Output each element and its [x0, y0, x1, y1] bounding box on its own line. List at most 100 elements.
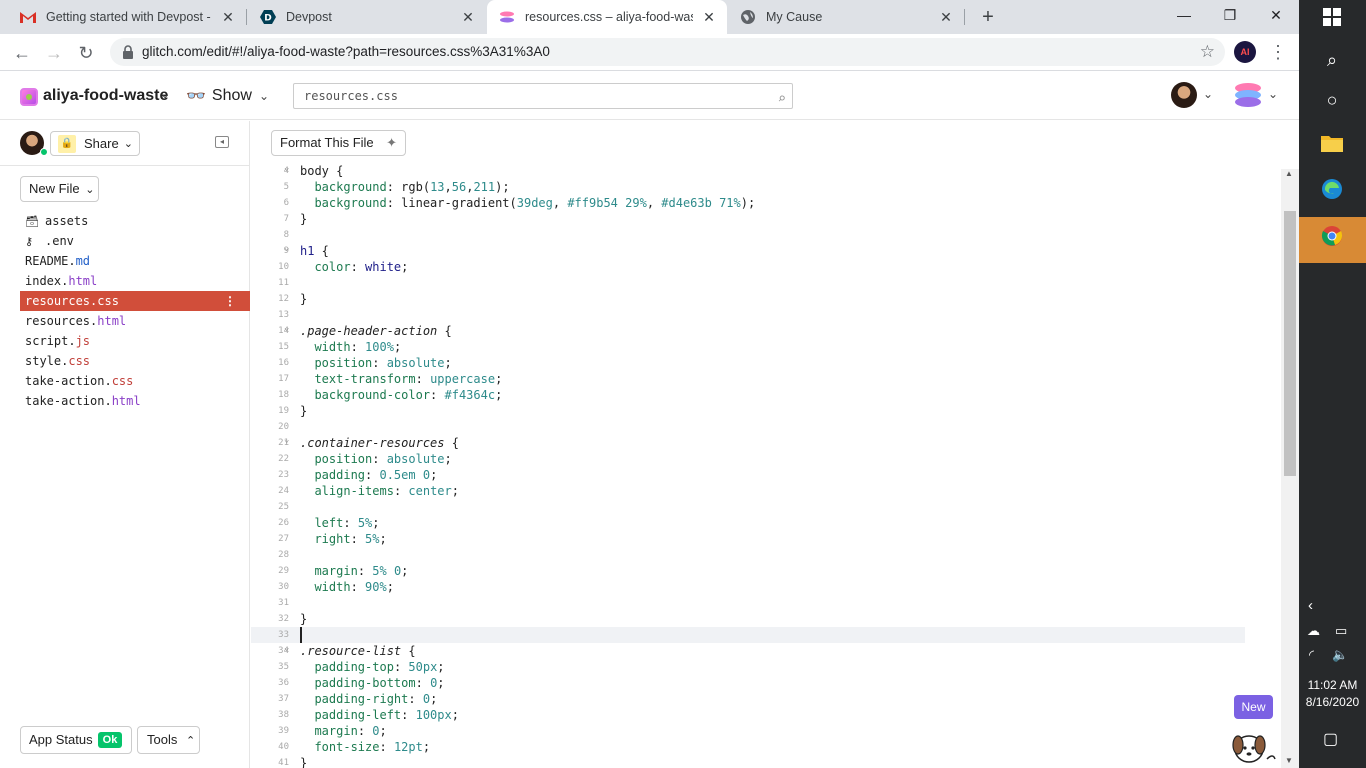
volume-icon[interactable]: 🔈 — [1332, 647, 1348, 663]
tab-my-cause[interactable]: My Cause ✕ — [728, 0, 964, 34]
minimize-icon[interactable]: — — [1161, 0, 1207, 30]
file-item[interactable]: style.css — [20, 351, 250, 371]
file-item[interactable]: take-action.html — [20, 391, 250, 411]
scroll-up-icon[interactable]: ▲ — [1285, 169, 1293, 178]
wifi-icon[interactable]: ◜ — [1309, 647, 1314, 663]
file-item[interactable]: resources.html — [20, 311, 250, 331]
code-line[interactable]: 20 — [251, 419, 1251, 435]
code-line[interactable]: 29 margin: 5% 0; — [251, 563, 1251, 579]
code-line[interactable]: 23 padding: 0.5em 0; — [251, 467, 1251, 483]
onedrive-icon[interactable]: ☁ — [1307, 623, 1320, 639]
file-search-input[interactable]: resources.css ⌕ — [293, 83, 793, 109]
cortana-icon[interactable]: ○ — [1317, 85, 1347, 115]
app-status-button[interactable]: App Status Ok — [20, 726, 132, 754]
show-button[interactable]: 👓 Show ⌄ — [186, 85, 269, 107]
project-name[interactable]: aliya-food-waste — [43, 87, 168, 105]
address-bar[interactable]: glitch.com/edit/#!/aliya-food-waste?path… — [110, 38, 1225, 66]
file-item[interactable]: ⚷ .env — [20, 231, 250, 251]
tab-devpost[interactable]: D Devpost ✕ — [248, 0, 486, 34]
code-line[interactable]: 35 padding-top: 50px; — [251, 659, 1251, 675]
code-line[interactable]: 39 margin: 0; — [251, 723, 1251, 739]
code-line[interactable]: 7} — [251, 211, 1251, 227]
collapse-sidebar-icon[interactable]: ◂ — [215, 136, 229, 148]
dog-mascot-icon[interactable] — [1229, 723, 1279, 768]
code-line[interactable]: 25 — [251, 499, 1251, 515]
file-item[interactable]: resources.css ⋮ — [20, 291, 250, 311]
code-line[interactable]: 10 color: white; — [251, 259, 1251, 275]
system-clock[interactable]: 11:02 AM 8/16/2020 — [1299, 677, 1366, 711]
code-line[interactable]: 18 background-color: #f4364c; — [251, 387, 1251, 403]
code-line[interactable]: 22 position: absolute; — [251, 451, 1251, 467]
code-line[interactable]: 16 position: absolute; — [251, 355, 1251, 371]
code-line[interactable]: 12} — [251, 291, 1251, 307]
window-close-icon[interactable]: ✕ — [1253, 0, 1299, 30]
fold-icon[interactable]: ⌄ — [284, 240, 289, 256]
project-avatar[interactable] — [20, 88, 38, 106]
code-line[interactable]: 36 padding-bottom: 0; — [251, 675, 1251, 691]
code-line[interactable]: 6 background: linear-gradient(39deg, #ff… — [251, 195, 1251, 211]
code-line[interactable]: 32} — [251, 611, 1251, 627]
format-file-button[interactable]: Format This File ✦ — [271, 130, 406, 156]
code-line[interactable]: 31 — [251, 595, 1251, 611]
code-line[interactable]: 38 padding-left: 100px; — [251, 707, 1251, 723]
code-line[interactable]: 13 — [251, 307, 1251, 323]
chrome-menu-icon[interactable]: ⋮ — [1268, 41, 1288, 63]
code-area[interactable]: 4 ⌄ body {5 background: rgb(13,56,211); 6 b… — [251, 161, 1281, 768]
file-item[interactable]: script.js — [20, 331, 250, 351]
file-item[interactable]: README.md — [20, 251, 250, 271]
tools-button[interactable]: Tools ⌃ — [137, 726, 200, 754]
code-line[interactable]: 19} — [251, 403, 1251, 419]
fold-icon[interactable]: ⌄ — [284, 320, 289, 336]
code-line[interactable]: 17 text-transform: uppercase; — [251, 371, 1251, 387]
code-line[interactable]: 33 — [251, 627, 1245, 643]
code-editor[interactable]: Format This File ✦ 4 ⌄ body {5 background:… — [251, 121, 1299, 768]
new-tab-icon[interactable]: + — [976, 5, 1000, 29]
action-center-icon[interactable]: ▢ — [1323, 729, 1338, 749]
close-icon[interactable]: ✕ — [701, 9, 717, 25]
chrome-icon[interactable] — [1317, 225, 1347, 255]
show-hidden-icons-icon[interactable]: ‹ — [1308, 597, 1313, 614]
chevron-down-icon[interactable]: ⌄ — [1203, 87, 1213, 101]
code-line[interactable]: 21 ⌄ .container-resources { — [251, 435, 1251, 451]
windows-start-icon[interactable] — [1317, 5, 1347, 35]
forward-icon[interactable]: → — [41, 40, 67, 66]
close-icon[interactable]: ✕ — [220, 9, 236, 25]
code-line[interactable]: 9 ⌄ h1 { — [251, 243, 1251, 259]
file-item[interactable]: take-action.css — [20, 371, 250, 391]
fold-icon[interactable]: ⌄ — [284, 161, 289, 176]
glitch-logo-icon[interactable] — [1232, 82, 1264, 108]
close-icon[interactable]: ✕ — [460, 9, 476, 25]
file-item[interactable]: index.html — [20, 271, 250, 291]
fold-icon[interactable]: ⌄ — [284, 432, 289, 448]
new-file-button[interactable]: New File ⌄ — [20, 176, 99, 202]
code-line[interactable]: 15 width: 100%; — [251, 339, 1251, 355]
code-line[interactable]: 37 padding-right: 0; — [251, 691, 1251, 707]
code-line[interactable]: 11 — [251, 275, 1251, 291]
reload-icon[interactable]: ↻ — [73, 40, 99, 66]
code-line[interactable]: 40 font-size: 12pt; — [251, 739, 1251, 755]
code-line[interactable]: 14 ⌄ .page-header-action { — [251, 323, 1251, 339]
code-line[interactable]: 27 right: 5%; — [251, 531, 1251, 547]
tab-gmail[interactable]: Getting started with Devpost - pu ✕ — [8, 0, 246, 34]
scroll-down-icon[interactable]: ▼ — [1285, 756, 1293, 765]
maximize-icon[interactable]: ❐ — [1207, 0, 1253, 30]
code-line[interactable]: 34 ⌄ .resource-list { — [251, 643, 1251, 659]
file-explorer-icon[interactable] — [1317, 131, 1347, 161]
close-icon[interactable]: ✕ — [938, 9, 954, 25]
code-line[interactable]: 24 align-items: center; — [251, 483, 1251, 499]
code-line[interactable]: 26 left: 5%; — [251, 515, 1251, 531]
code-line[interactable]: 30 width: 90%; — [251, 579, 1251, 595]
search-icon[interactable]: ⌕ — [778, 87, 786, 111]
file-options-icon[interactable]: ⋮ — [224, 291, 236, 311]
chevron-down-icon[interactable]: ⌄ — [1268, 87, 1278, 101]
edge-icon[interactable] — [1317, 178, 1347, 208]
code-line[interactable]: 8 — [251, 227, 1251, 243]
search-icon[interactable]: ⌕ — [1317, 45, 1347, 75]
new-badge[interactable]: New — [1234, 695, 1273, 719]
code-line[interactable]: 28 — [251, 547, 1251, 563]
share-button[interactable]: 🔒 Share ⌄ — [50, 131, 140, 156]
tab-glitch[interactable]: resources.css – aliya-food-waste ✕ — [487, 0, 727, 34]
code-line[interactable]: 5 background: rgb(13,56,211); — [251, 179, 1251, 195]
back-icon[interactable]: ← — [9, 40, 35, 66]
code-line[interactable]: 41} — [251, 755, 1251, 768]
